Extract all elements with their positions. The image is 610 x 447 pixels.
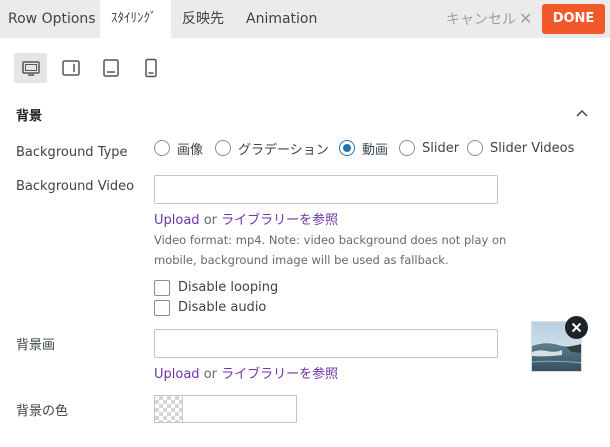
radio-image[interactable]: 画像 [154,139,204,158]
or-text: or [203,213,218,228]
color-swatch-transparent[interactable] [154,395,182,423]
background-image-label: 背景画 [16,338,56,353]
chevron-up-icon [576,109,588,117]
tab-apply-to[interactable]: 反映先 [171,0,235,38]
mobile-view-button[interactable] [134,53,167,83]
background-image-input[interactable] [154,329,498,358]
video-browse-library-link[interactable]: ライブラリーを参照 [221,213,338,228]
section-title: 背景 [16,109,43,124]
desktop-view-button[interactable] [14,53,47,83]
collapse-button[interactable] [574,105,590,121]
background-type-label: Background Type [16,145,128,160]
cancel-label: キャンセル [446,12,516,28]
radio-circle [467,140,483,156]
radio-circle-checked [339,140,355,156]
background-color-label: 背景の色 [16,404,69,419]
disable-audio-checkbox[interactable]: Disable audio [154,299,266,316]
radio-label: 画像 [177,142,204,158]
radio-gradient[interactable]: グラデーション [215,139,329,158]
or-text: or [203,367,218,382]
desktop-icon [21,61,40,76]
tablet-landscape-icon [61,60,80,76]
checkbox-label: Disable looping [178,280,279,295]
radio-circle [399,140,415,156]
tab-styling[interactable]: ｽﾀｲﾘﾝｸﾞ [100,0,171,38]
close-icon [571,322,582,333]
done-button[interactable]: DONE [542,4,605,34]
background-color-input[interactable] [182,395,259,423]
radio-label: Slider [422,140,460,156]
cancel-button[interactable]: キャンセル ✕ [446,0,532,38]
radio-label: グラデーション [238,142,329,158]
color-picker-button[interactable] [258,395,297,423]
mobile-icon [144,58,157,78]
radio-slider[interactable]: Slider [399,139,459,157]
tablet-landscape-view-button[interactable] [54,53,87,83]
video-upload-link[interactable]: Upload [154,213,200,228]
background-video-label: Background Video [16,179,135,194]
video-help-text: Video format: mp4. Note: video backgroun… [154,233,507,267]
radio-slider-videos[interactable]: Slider Videos [467,139,574,157]
background-image-upload-row: Upload or ライブラリーを参照 [154,363,338,382]
checkbox-label: Disable audio [178,300,267,315]
image-upload-link[interactable]: Upload [154,367,200,382]
radio-circle [154,140,170,156]
remove-image-button[interactable] [565,316,588,339]
close-icon: ✕ [519,9,533,28]
radio-video[interactable]: 動画 [339,139,389,158]
image-browse-library-link[interactable]: ライブラリーを参照 [221,367,338,382]
tablet-portrait-icon [102,59,119,77]
tab-bar: Row Options ｽﾀｲﾘﾝｸﾞ 反映先 Animation キャンセル ✕… [0,0,610,38]
checkbox-box [154,299,170,316]
tab-animation[interactable]: Animation [235,0,325,38]
disable-looping-checkbox[interactable]: Disable looping [154,279,278,296]
checkbox-box [154,279,170,296]
background-video-upload-row: Upload or ライブラリーを参照 [154,209,338,228]
radio-label: Slider Videos [490,140,575,156]
tablet-portrait-view-button[interactable] [94,53,127,83]
tab-row-options[interactable]: Row Options [0,0,100,38]
radio-circle [215,140,231,156]
background-video-input[interactable] [154,175,498,204]
radio-label: 動画 [362,142,389,158]
